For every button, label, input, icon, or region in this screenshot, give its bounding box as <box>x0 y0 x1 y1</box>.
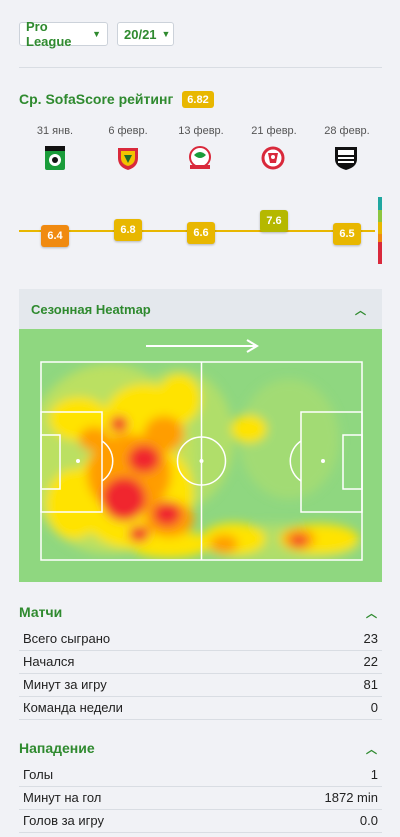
heatmap-panel: Сезонная Heatmap ︿ <box>19 289 382 582</box>
stat-value: 23 <box>363 631 378 646</box>
match-rating-badge[interactable]: 6.5 <box>333 223 361 245</box>
match-rating-badge[interactable]: 6.8 <box>114 219 142 241</box>
stat-value: 1 <box>370 767 378 782</box>
heatmap-title: Сезонная Heatmap <box>31 302 151 317</box>
rating-scale-segment <box>378 222 382 234</box>
stat-label: Голов за игру <box>23 813 104 828</box>
season-select[interactable]: 20/21 ▼ <box>117 22 174 46</box>
eupen-logo[interactable] <box>332 144 360 172</box>
chevron-down-icon: ▼ <box>92 29 101 39</box>
stat-row: Всего сыграно 23 <box>19 627 382 651</box>
match-date: 13 февр. <box>178 125 224 137</box>
stat-label: Начался <box>23 654 75 669</box>
match-date: 6 февр. <box>108 125 148 137</box>
match-rating-badge[interactable]: 6.4 <box>41 225 69 247</box>
stat-value: 1872 min <box>324 790 378 805</box>
stat-value: 0.0 <box>359 813 378 828</box>
stat-row: Голы 1 <box>19 763 382 787</box>
match-date: 31 янв. <box>36 125 74 137</box>
rating-scale-segment <box>378 234 382 242</box>
stat-row: Голов за игру 0.0 <box>19 809 382 833</box>
stat-label: Команда недели <box>23 700 123 715</box>
season-select-label: 20/21 <box>124 26 157 42</box>
stat-label: Минут за игру <box>23 677 107 692</box>
heatmap-header[interactable]: Сезонная Heatmap ︿ <box>19 289 382 329</box>
antwerp-logo[interactable] <box>259 144 287 172</box>
match-date: 21 февр. <box>251 125 297 137</box>
match-date: 28 февр. <box>324 125 370 137</box>
zulte-waregem-logo[interactable] <box>186 144 214 172</box>
chevron-up-icon[interactable]: ︿ <box>366 605 377 621</box>
stat-label: Всего сыграно <box>23 631 111 646</box>
matches-section-title: Матчи <box>19 604 63 620</box>
stat-label: Минут на гол <box>23 790 102 805</box>
match-rating-badge[interactable]: 6.6 <box>187 222 215 244</box>
kv-oostende-logo[interactable] <box>114 144 142 172</box>
league-select-label: Pro League <box>26 19 72 49</box>
stat-label: Голы <box>23 767 54 782</box>
heatmap-density <box>41 364 359 560</box>
stat-row: Команда недели 0 <box>19 696 382 720</box>
league-select[interactable]: Pro League ▼ <box>19 19 108 49</box>
chevron-up-icon[interactable]: ︿ <box>366 741 377 757</box>
rating-scale-segment <box>378 197 382 210</box>
cercle-brugge-logo[interactable] <box>41 144 69 172</box>
stat-row: Минут на гол 1872 min <box>19 786 382 810</box>
average-rating-badge: 6.82 <box>182 91 214 108</box>
stat-value: 81 <box>363 677 378 692</box>
chevron-down-icon: ▼ <box>161 29 171 39</box>
rating-scale-segment <box>378 210 382 222</box>
heatmap-pitch-svg <box>19 329 382 582</box>
stat-value: 22 <box>363 654 378 669</box>
chevron-up-icon[interactable]: ︿ <box>355 302 366 318</box>
attack-section-title: Нападение <box>19 740 95 756</box>
heatmap-pitch <box>19 329 382 582</box>
stat-row: Минут за игру 81 <box>19 673 382 697</box>
stat-value: 0 <box>370 700 378 715</box>
match-rating-badge[interactable]: 7.6 <box>260 210 288 232</box>
average-rating-title: Ср. SofaScore рейтинг <box>19 91 174 107</box>
divider <box>19 67 382 68</box>
stat-row: Начался 22 <box>19 650 382 674</box>
rating-scale-segment <box>378 242 382 264</box>
